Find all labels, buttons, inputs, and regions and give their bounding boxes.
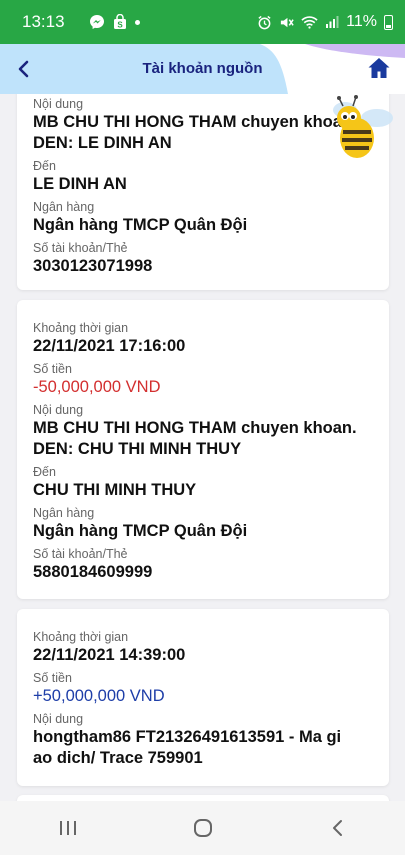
bank-value: Ngân hàng TMCP Quân Đội [33, 522, 248, 540]
content-value: MB CHU THI HONG THAM chuyen khoan. DEN: … [33, 419, 357, 458]
recents-icon [59, 821, 76, 835]
back-nav-button[interactable] [318, 808, 358, 848]
account-value: 5880184609999 [33, 563, 153, 581]
page-title: Tài khoản nguồn [142, 60, 263, 77]
recipient-label: Đến [33, 465, 56, 479]
back-icon [332, 820, 342, 836]
home-button[interactable] [367, 56, 391, 80]
recipient-value: CHU THI MINH THUY [33, 481, 197, 499]
recipient-value: LE DINH AN [33, 175, 127, 193]
bank-label: Ngân hàng [33, 200, 95, 214]
time-value: 22/11/2021 14:39:00 [33, 646, 186, 664]
home-nav-button[interactable] [183, 808, 223, 848]
system-nav-bar [0, 801, 405, 855]
time-value: 22/11/2021 17:16:00 [33, 337, 186, 355]
transaction-list[interactable]: Nội dung MB CHU THI HONG THAM chuyen kho… [0, 94, 405, 801]
amount-value: -50,000,000 VND [33, 378, 161, 396]
recents-button[interactable] [48, 808, 88, 848]
content-label: Nội dung [33, 403, 84, 417]
battery-icon [384, 14, 393, 30]
account-label: Số tài khoản/Thẻ [33, 547, 128, 561]
amount-label: Số tiền [33, 362, 72, 376]
transaction-card[interactable]: Nội dung MB CHU THI HONG THAM chuyen kho… [17, 94, 393, 290]
battery-percent: 11% [346, 13, 377, 30]
account-label: Số tài khoản/Thẻ [33, 241, 128, 255]
signal-icon [325, 15, 339, 29]
dot-icon [134, 19, 140, 25]
svg-text:S: S [117, 21, 123, 30]
content-value: hongtham86 FT21326491613591 - Ma gi ao d… [33, 728, 342, 767]
status-time: 13:13 [22, 12, 65, 31]
transaction-card[interactable]: Khoảng thời gian 22/11/2021 17:16:00 Số … [17, 300, 389, 599]
home-circle-icon [193, 819, 212, 837]
messenger-icon [89, 14, 105, 30]
content-label: Nội dung [33, 712, 84, 726]
time-label: Khoảng thời gian [33, 321, 129, 335]
time-label: Khoảng thời gian [33, 630, 129, 644]
amount-label: Số tiền [33, 671, 72, 685]
account-value: 3030123071998 [33, 257, 153, 275]
app-header: Tài khoản nguồn [0, 44, 405, 94]
bank-value: Ngân hàng TMCP Quân Đội [33, 216, 248, 234]
bag-icon: S [113, 14, 127, 30]
bee-mascot-icon [333, 95, 393, 158]
transaction-card[interactable]: Khoảng thời gian 22/11/2021 14:39:00 Số … [17, 609, 389, 786]
home-icon [368, 58, 390, 78]
wifi-icon [301, 15, 318, 29]
status-bar: 13:13 S 11% [0, 0, 405, 44]
bank-label: Ngân hàng [33, 506, 95, 520]
amount-value: +50,000,000 VND [33, 687, 165, 705]
alarm-icon [257, 15, 272, 30]
mute-icon [279, 15, 294, 30]
